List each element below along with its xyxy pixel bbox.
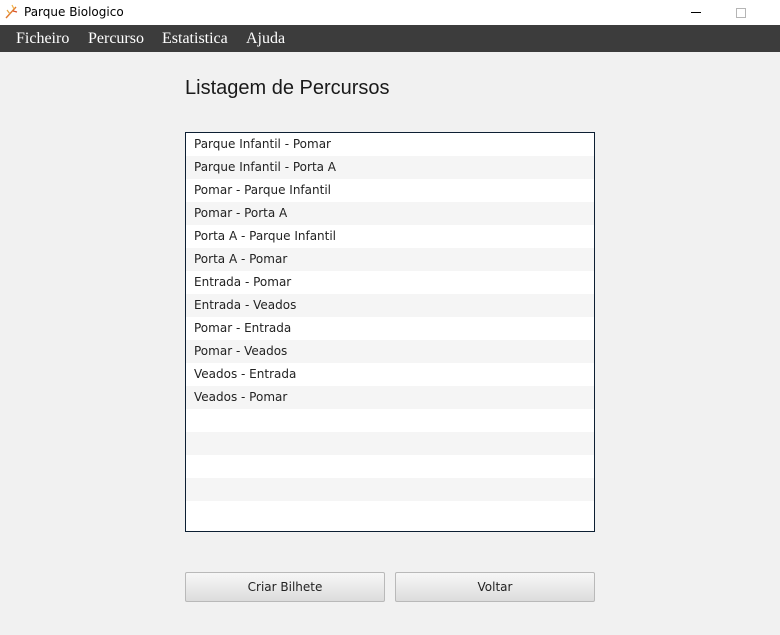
menu-ajuda[interactable]: Ajuda	[245, 25, 286, 52]
menu-ficheiro[interactable]: Ficheiro	[15, 25, 70, 52]
menu-estatistica[interactable]: Estatistica	[161, 25, 229, 52]
leaf-app-icon	[5, 4, 18, 19]
list-item[interactable]: Parque Infantil - Porta A	[186, 156, 594, 179]
voltar-button[interactable]: Voltar	[395, 572, 595, 602]
empty-list-row	[186, 478, 594, 501]
criar-bilhete-button[interactable]: Criar Bilhete	[185, 572, 385, 602]
maximize-button[interactable]	[718, 0, 764, 25]
list-item[interactable]: Porta A - Parque Infantil	[186, 225, 594, 248]
page-title: Listagem de Percursos	[185, 77, 390, 99]
minimize-button[interactable]	[673, 0, 719, 25]
routes-list[interactable]: Parque Infantil - Pomar Parque Infantil …	[185, 132, 595, 532]
list-item[interactable]: Pomar - Entrada	[186, 317, 594, 340]
list-item[interactable]: Veados - Pomar	[186, 386, 594, 409]
list-item[interactable]: Entrada - Veados	[186, 294, 594, 317]
empty-list-row	[186, 455, 594, 478]
minimize-icon	[691, 12, 701, 13]
title-bar: Parque Biologico	[0, 0, 780, 25]
list-item[interactable]: Pomar - Porta A	[186, 202, 594, 225]
window-title: Parque Biologico	[24, 5, 124, 19]
list-item[interactable]: Porta A - Pomar	[186, 248, 594, 271]
menu-percurso[interactable]: Percurso	[87, 25, 145, 52]
menu-bar: Ficheiro Percurso Estatistica Ajuda	[0, 25, 780, 52]
list-item[interactable]: Parque Infantil - Pomar	[186, 133, 594, 156]
empty-list-row	[186, 501, 594, 524]
maximize-icon	[736, 7, 746, 18]
list-item[interactable]: Pomar - Veados	[186, 340, 594, 363]
list-item[interactable]: Pomar - Parque Infantil	[186, 179, 594, 202]
list-item[interactable]: Entrada - Pomar	[186, 271, 594, 294]
empty-list-row	[186, 432, 594, 455]
list-item[interactable]: Veados - Entrada	[186, 363, 594, 386]
empty-list-row	[186, 409, 594, 432]
